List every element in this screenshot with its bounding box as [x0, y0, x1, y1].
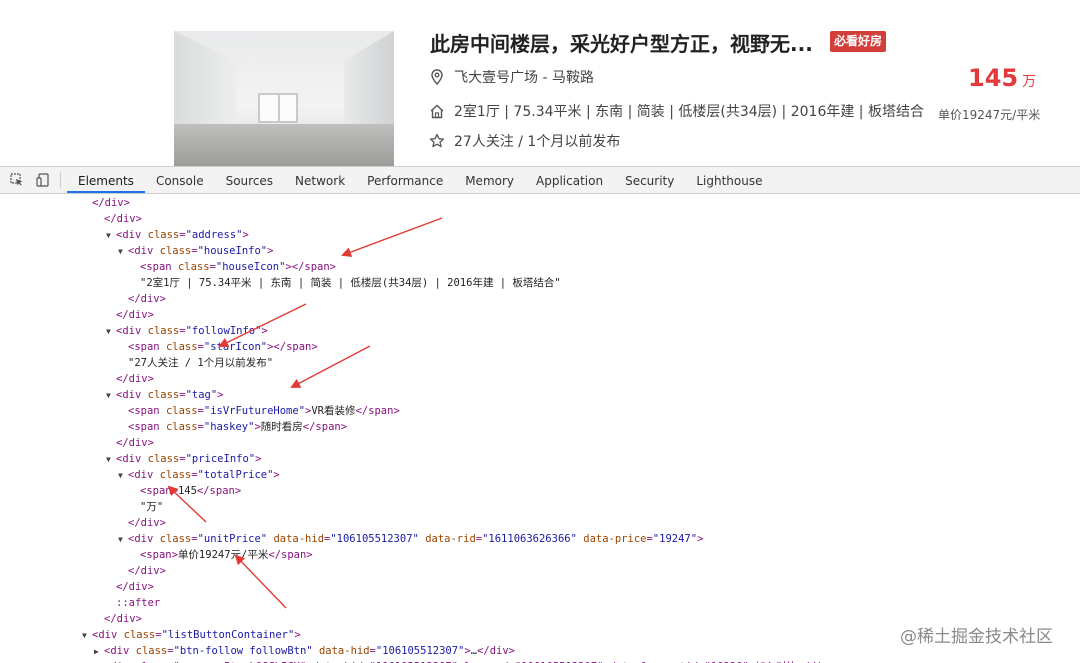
total-price: 145 万	[968, 64, 1036, 92]
location-pin-icon	[428, 68, 446, 86]
device-toggle-icon[interactable]	[30, 167, 56, 193]
expand-triangle-icon[interactable]: ▼	[118, 244, 128, 260]
dom-node[interactable]: ▼ <div class="priceInfo">	[106, 451, 261, 467]
address-row: 飞大壹号广场 - 马鞍路	[428, 67, 594, 87]
tab-performance[interactable]: Performance	[356, 167, 454, 193]
dom-node[interactable]: </div>	[104, 211, 142, 227]
tab-console[interactable]: Console	[145, 167, 215, 193]
house-icon	[428, 102, 446, 120]
tab-application[interactable]: Application	[525, 167, 614, 193]
dom-node[interactable]: ▼ <div class="listButtonContainer">	[82, 627, 301, 643]
expand-triangle-icon[interactable]: ▼	[106, 324, 116, 340]
dom-node[interactable]: <span class="haskey">随时看房</span>	[128, 419, 347, 435]
tab-memory[interactable]: Memory	[454, 167, 525, 193]
listing-card[interactable]: 此房中间楼层，采光好户型方正，视野无... 必看好房 飞大壹号广场 - 马鞍路 …	[0, 0, 1080, 166]
dom-node[interactable]: "万"	[140, 499, 163, 515]
elements-dom-tree: </div> </div> ▼ <div class="address"> ▼ <div …	[0, 194, 1080, 663]
total-price-unit: 万	[1022, 74, 1037, 90]
expand-triangle-icon[interactable]: ▼	[82, 628, 92, 644]
devtools-panel: Elements Console Sources Network Performance…	[0, 166, 1080, 663]
expand-triangle-icon[interactable]: ▼	[118, 468, 128, 484]
dom-node[interactable]: ▶ <div class="btn-follow followBtn" data-…	[94, 643, 515, 659]
inspect-element-icon[interactable]	[4, 167, 30, 193]
expand-triangle-icon[interactable]: ▼	[106, 452, 116, 468]
expand-triangle-icon[interactable]: ▼	[106, 228, 116, 244]
house-info-text: 2室1厅 | 75.34平米 | 东南 | 简装 | 低楼层(共34层) | 2…	[454, 104, 924, 120]
dom-node[interactable]: ▼ <div class="followInfo">	[106, 323, 268, 339]
dom-node[interactable]: ▼ <div class="address">	[106, 227, 249, 243]
expand-triangle-icon[interactable]: ▶	[94, 644, 104, 660]
follow-info-text: 27人关注 / 1个月以前发布	[454, 134, 621, 150]
watermark: @稀土掘金技术社区	[900, 627, 1053, 647]
photo-window	[258, 93, 298, 123]
must-see-badge: 必看好房	[830, 31, 887, 52]
dom-node[interactable]: ▶<div class="compareBtn LOGCLICK" data-h…	[94, 659, 835, 663]
dom-node[interactable]: </div>	[128, 563, 166, 579]
dom-node[interactable]: ::after	[116, 595, 160, 611]
dom-node[interactable]: "27人关注 / 1个月以前发布"	[128, 355, 273, 371]
listing-title[interactable]: 此房中间楼层，采光好户型方正，视野无...	[430, 28, 813, 57]
expand-triangle-icon[interactable]: ▼	[118, 532, 128, 548]
dom-node[interactable]: <span>145</span>	[140, 483, 241, 499]
tab-network[interactable]: Network	[284, 167, 356, 193]
tab-elements[interactable]: Elements	[67, 167, 145, 193]
dom-node[interactable]: <span class="isVrFutureHome">VR看装修</span…	[128, 403, 400, 419]
dom-node[interactable]: <span>单价19247元/平米</span>	[140, 547, 313, 563]
devtools-tabs: Elements Console Sources Network Performance…	[67, 167, 774, 193]
dom-node[interactable]: ▼ <div class="tag">	[106, 387, 224, 403]
dom-node[interactable]: "2室1厅 | 75.34平米 | 东南 | 简装 | 低楼层(共34层) | …	[140, 275, 561, 291]
dom-node[interactable]: </div>	[128, 291, 166, 307]
dom-node[interactable]: </div>	[116, 435, 154, 451]
dom-node[interactable]: <span class="starIcon"></span>	[128, 339, 318, 355]
follow-info-row: 27人关注 / 1个月以前发布	[428, 131, 620, 151]
dom-node[interactable]: </div>	[116, 307, 154, 323]
dom-node[interactable]: </div>	[92, 195, 130, 211]
star-icon	[428, 132, 446, 150]
expand-triangle-icon[interactable]: ▼	[106, 388, 116, 404]
dom-node[interactable]: </div>	[104, 611, 142, 627]
photo-floor	[174, 124, 394, 166]
dom-node[interactable]: ▼ <div class="totalPrice">	[118, 467, 280, 483]
dom-node[interactable]: ▼ <div class="unitPrice" data-hid="106105…	[118, 531, 703, 547]
house-info-row: 2室1厅 | 75.34平米 | 东南 | 简装 | 低楼层(共34层) | 2…	[428, 101, 924, 121]
devtools-toolbar: Elements Console Sources Network Performance…	[0, 167, 1080, 194]
dom-node[interactable]: <span class="houseIcon"></span>	[140, 259, 336, 275]
tab-security[interactable]: Security	[614, 167, 685, 193]
address-text[interactable]: 飞大壹号广场 - 马鞍路	[454, 67, 594, 87]
dom-node[interactable]: ▼ <div class="houseInfo">	[118, 243, 273, 259]
dom-node[interactable]: </div>	[116, 579, 154, 595]
dom-node[interactable]: </div>	[116, 371, 154, 387]
tab-sources[interactable]: Sources	[215, 167, 284, 193]
total-price-value: 145	[968, 64, 1019, 92]
tab-lighthouse[interactable]: Lighthouse	[685, 167, 773, 193]
house-photo[interactable]	[174, 31, 394, 166]
toolbar-divider	[60, 172, 61, 188]
unit-price: 单价19247元/平米	[938, 108, 1041, 122]
dom-node[interactable]: </div>	[128, 515, 166, 531]
